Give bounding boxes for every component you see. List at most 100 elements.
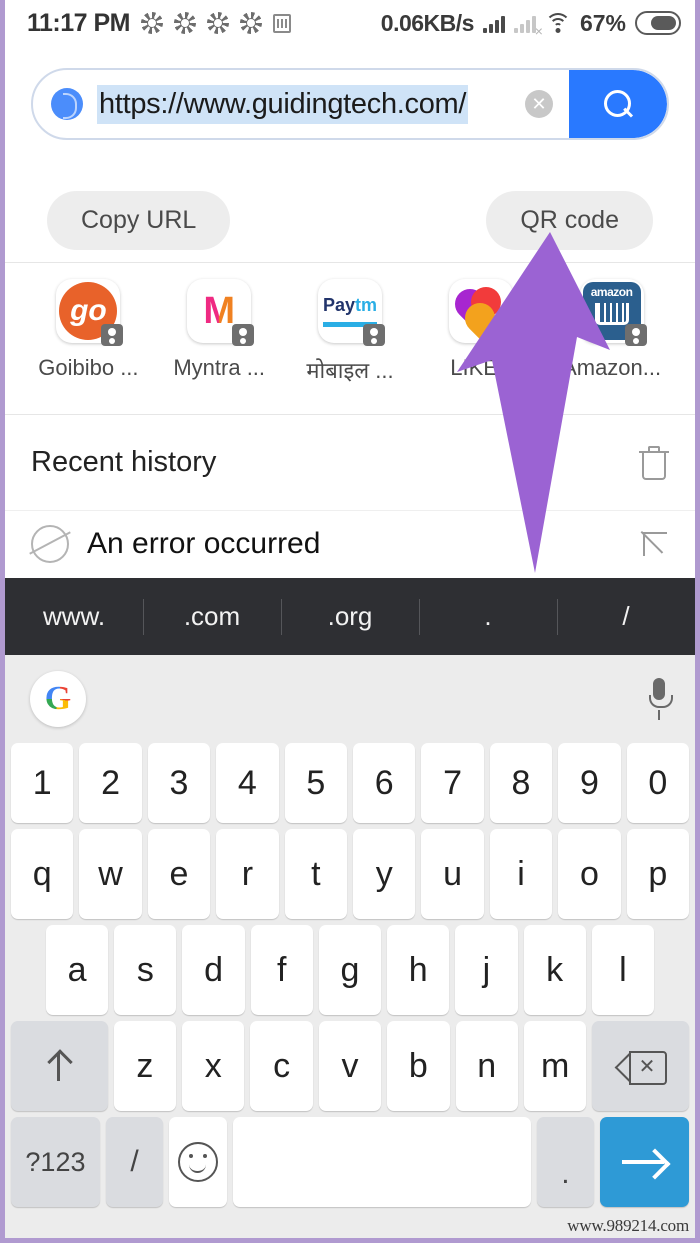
key-6[interactable]: 6 [353, 743, 416, 823]
key-9[interactable]: 9 [558, 743, 621, 823]
globe-icon [31, 524, 69, 563]
key-3[interactable]: 3 [147, 743, 211, 823]
suggestion-org[interactable]: .org [281, 601, 419, 632]
on-screen-keyboard: G 1 2 3 4 5 6 7 8 9 0 q w e r t y u i o … [5, 655, 695, 1238]
key-8[interactable]: 8 [489, 743, 553, 823]
emoji-key[interactable] [169, 1117, 227, 1207]
key-q[interactable]: q [10, 829, 74, 919]
key-m[interactable]: m [523, 1021, 587, 1111]
symbols-key[interactable]: ?123 [11, 1117, 100, 1207]
url-suggestion-strip: www. .com .org . / [5, 578, 695, 655]
key-p[interactable]: p [626, 829, 690, 919]
history-list-item[interactable]: An error occurred [5, 511, 695, 576]
suggestion-com[interactable]: .com [143, 601, 281, 632]
search-button[interactable] [569, 70, 667, 138]
shutter-icon [207, 12, 230, 34]
key-w[interactable]: w [79, 829, 142, 919]
key-x[interactable]: x [182, 1021, 245, 1111]
search-icon [604, 90, 632, 118]
shortcut-item-paytm[interactable]: Paytm मोबाइल ... [285, 279, 416, 385]
key-z[interactable]: z [113, 1021, 177, 1111]
myntra-icon: M [187, 279, 255, 346]
key-a[interactable]: a [46, 925, 109, 1015]
google-logo-icon[interactable]: G [30, 671, 86, 727]
suggestion-www[interactable]: www. [5, 601, 143, 632]
key-t[interactable]: t [284, 829, 347, 919]
url-input[interactable]: https://www.guidingtech.com/ [97, 84, 469, 124]
shift-key[interactable] [11, 1021, 108, 1111]
shutter-icon [174, 12, 197, 34]
key-s[interactable]: s [114, 925, 177, 1015]
network-speed-label: 0.06KB/s [380, 9, 475, 36]
key-l[interactable]: l [591, 925, 654, 1015]
backspace-key[interactable]: ✕ [592, 1021, 689, 1111]
clear-x-icon[interactable]: ✕ [525, 90, 553, 118]
keyboard-row-bottom: z x c v b n m ✕ [8, 1021, 692, 1111]
shortcut-label: LIKE - [450, 355, 512, 380]
amazon-icon: amazon [579, 279, 647, 346]
space-key[interactable] [232, 1117, 531, 1207]
signal-bars-icon [482, 14, 505, 33]
keyboard-row-home: a s d f g h j k l [8, 925, 692, 1015]
key-u[interactable]: u [421, 829, 484, 919]
key-h[interactable]: h [387, 925, 450, 1015]
qr-code-button[interactable]: QR code [486, 190, 653, 250]
shortcut-label: Amazon... [562, 355, 662, 380]
shortcut-item-goibibo[interactable]: go Goibibo ... [23, 279, 154, 381]
key-7[interactable]: 7 [421, 743, 484, 823]
microphone-icon[interactable] [648, 678, 673, 720]
period-key[interactable]: . [536, 1117, 595, 1207]
suggestion-dot[interactable]: . [419, 601, 557, 632]
key-f[interactable]: f [250, 925, 313, 1015]
key-k[interactable]: k [523, 925, 586, 1015]
key-4[interactable]: 4 [216, 743, 279, 823]
key-0[interactable]: 0 [626, 743, 690, 823]
key-e[interactable]: e [147, 829, 211, 919]
battery-icon [635, 11, 681, 35]
key-i[interactable]: i [489, 829, 553, 919]
key-o[interactable]: o [558, 829, 621, 919]
trash-icon[interactable] [639, 445, 669, 480]
keyboard-row-numbers: 1 2 3 4 5 6 7 8 9 0 [8, 743, 692, 823]
goibibo-icon: go [56, 279, 124, 346]
shift-arrow-icon [46, 1051, 72, 1081]
key-j[interactable]: j [455, 925, 518, 1015]
key-r[interactable]: r [216, 829, 279, 919]
url-bar[interactable]: https://www.guidingtech.com/ ✕ [31, 68, 669, 140]
wifi-icon [544, 13, 571, 33]
key-c[interactable]: c [250, 1021, 313, 1111]
keyboard-toolbar: G [8, 655, 692, 743]
key-1[interactable]: 1 [10, 743, 74, 823]
shortcut-label: मोबाइल ... [306, 358, 394, 383]
shortcut-item-myntra[interactable]: M Myntra ... [154, 279, 285, 381]
suggestion-slash[interactable]: / [557, 601, 695, 632]
shutter-icon [240, 12, 263, 34]
app-badge-icon [362, 324, 385, 346]
slash-key[interactable]: / [105, 1117, 164, 1207]
key-2[interactable]: 2 [79, 743, 142, 823]
recent-history-header: Recent history [5, 415, 695, 510]
arrow-up-left-icon[interactable] [641, 530, 669, 558]
key-v[interactable]: v [318, 1021, 382, 1111]
key-g[interactable]: g [318, 925, 382, 1015]
key-d[interactable]: d [182, 925, 245, 1015]
history-item-label: An error occurred [87, 526, 321, 560]
key-5[interactable]: 5 [284, 743, 347, 823]
paytm-icon: Paytm [317, 279, 385, 346]
copy-url-button[interactable]: Copy URL [47, 190, 231, 250]
key-n[interactable]: n [455, 1021, 518, 1111]
key-b[interactable]: b [387, 1021, 450, 1111]
phone-screen: 11:17 PM 0.06KB/s 67% https://www.guidin… [0, 0, 700, 1243]
badge-icon [273, 13, 292, 33]
shortcut-item-like[interactable]: LIKE - [415, 279, 546, 381]
shortcut-item-amazon[interactable]: amazon Amazon... [546, 279, 677, 381]
key-y[interactable]: y [353, 829, 416, 919]
enter-key[interactable] [600, 1117, 689, 1207]
action-pill-row: Copy URL QR code [5, 180, 695, 260]
like-icon [448, 279, 513, 343]
shortcut-grid: go Goibibo ... M Myntra ... Paytm मोबाइल… [5, 263, 695, 413]
shortcut-label: Myntra ... [173, 355, 266, 380]
backspace-icon: ✕ [619, 1051, 667, 1085]
site-globe-icon [51, 88, 83, 120]
keyboard-row-function: ?123 / . [8, 1117, 692, 1207]
